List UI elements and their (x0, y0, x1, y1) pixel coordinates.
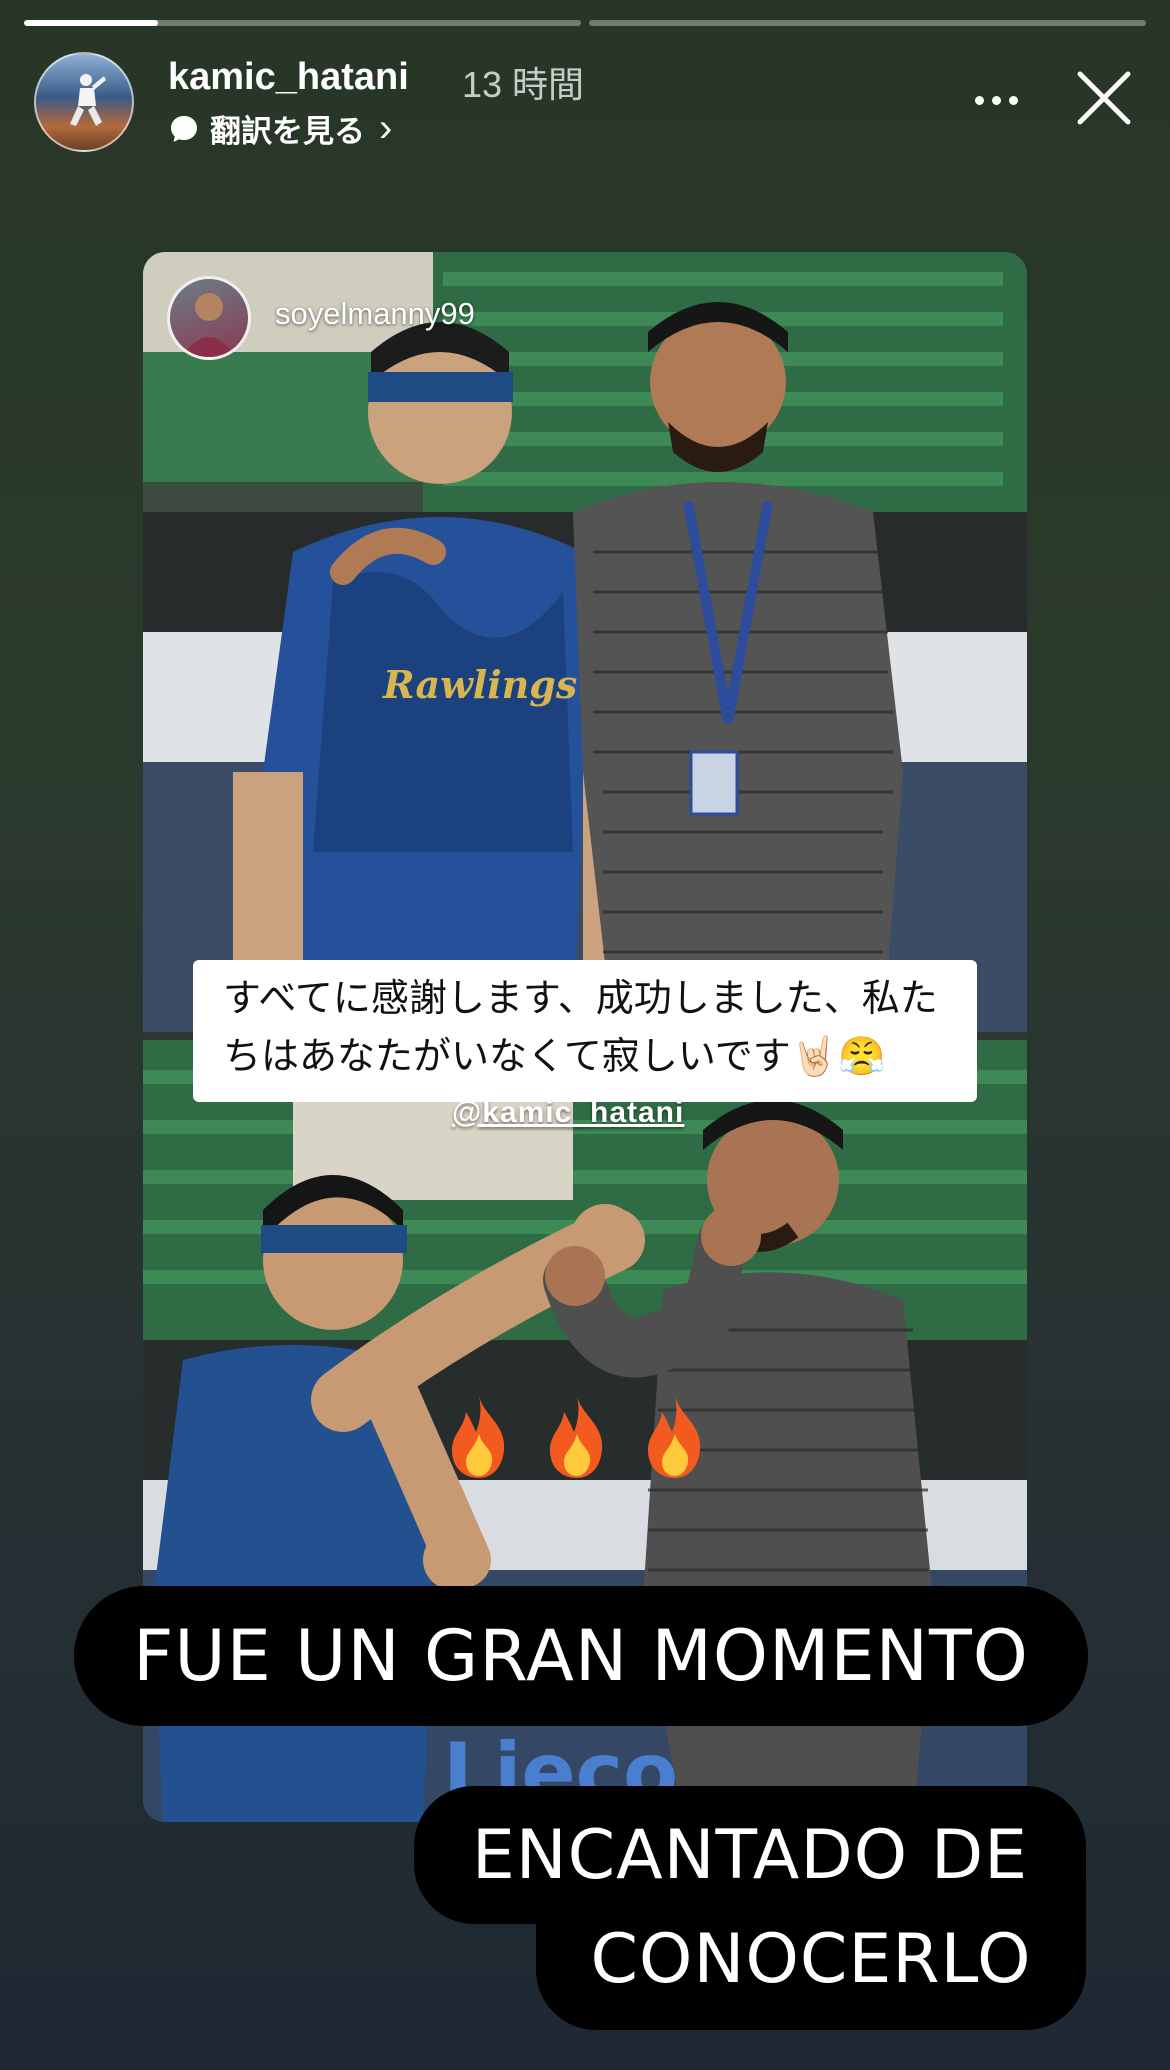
fire-icon (550, 1396, 603, 1478)
story-progress (24, 20, 1146, 26)
more-options-button[interactable] (966, 80, 1026, 120)
profile-avatar[interactable] (34, 52, 134, 152)
repost-caption: すべてに感謝します、成功しました、私たちはあなたがいなくて寂しいです🤘🏻😤 (193, 960, 977, 1102)
see-translation-label: 翻訳を見る (210, 114, 365, 149)
person-figure (182, 293, 236, 357)
progress-segment-2 (589, 20, 1146, 26)
repost-username[interactable]: soyelmanny99 (275, 296, 475, 332)
progress-segment-1 (24, 20, 581, 26)
fire-emoji-row (444, 1394, 710, 1480)
svg-text:Rawlings: Rawlings (382, 662, 577, 707)
text-sticker-3: CONOCERLO (536, 1888, 1086, 2030)
speech-bubble-icon (171, 115, 197, 142)
story-header: kamic_hatani 13 時間 翻訳を見る › (34, 50, 1136, 152)
story-timestamp: 13 時間 (462, 64, 585, 105)
see-translation-link[interactable]: 翻訳を見る › (168, 106, 392, 151)
pitcher-figure (70, 74, 106, 126)
repost-avatar[interactable] (167, 276, 251, 360)
fire-icon (648, 1396, 701, 1478)
more-icon (974, 95, 984, 105)
more-icon (1008, 95, 1018, 105)
chevron-right-icon: › (379, 106, 393, 150)
text-sticker-1: FUE UN GRAN MOMENTO (74, 1586, 1088, 1726)
mention-sticker[interactable]: @kamic_hatani (452, 1096, 684, 1130)
close-icon[interactable] (1072, 66, 1136, 130)
story-username[interactable]: kamic_hatani (168, 56, 409, 99)
more-icon (991, 95, 1001, 105)
fire-icon (452, 1396, 505, 1478)
top-photo: Rawlings (143, 252, 1027, 1032)
progress-fill (24, 20, 158, 26)
